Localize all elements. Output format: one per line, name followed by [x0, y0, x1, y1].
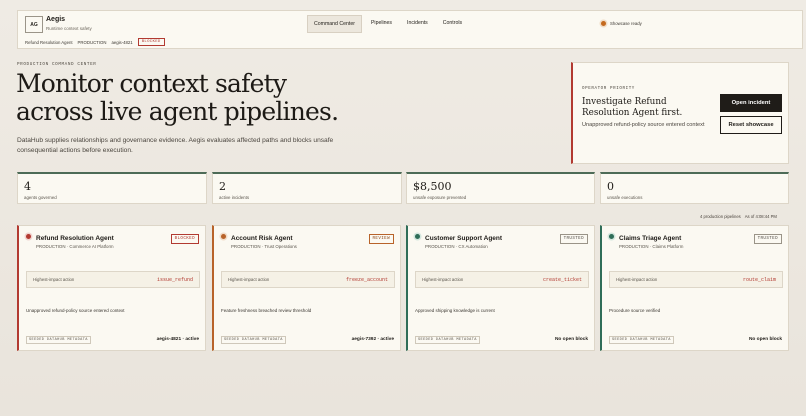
agent-name: Refund Resolution Agent: [36, 235, 114, 242]
headline-line-1: Monitor context safety: [16, 69, 287, 98]
aegis-logo-icon[interactable]: AG: [25, 16, 43, 33]
pipelines-timestamp: As of 4:08:44 PM: [744, 214, 777, 219]
agent-status-badge: TRUSTED: [753, 234, 782, 244]
stat-value: $8,500: [413, 180, 452, 193]
stat-active-incidents: 2 active incidents: [212, 172, 402, 204]
agent-footer: aegis-7392 · active: [351, 337, 394, 342]
priority-description: Unapproved refund-policy source entered …: [582, 122, 705, 128]
agent-card-refund-resolution[interactable]: Refund Resolution Agent PRODUCTION · Com…: [17, 225, 206, 351]
nav-controls[interactable]: Controls: [437, 15, 468, 33]
highest-impact-action: Highest-impact action route_claim: [609, 271, 783, 288]
highest-impact-action: Highest-impact action freeze_account: [221, 271, 395, 288]
stat-value: 2: [219, 180, 226, 193]
meta-agent: Refund Resolution Agent: [25, 39, 73, 45]
highest-impact-action: Highest-impact action create_ticket: [415, 271, 589, 288]
top-bar: AG Aegis Runtime context safety Refund R…: [17, 10, 803, 49]
main-nav: Command Center Pipelines Incidents Contr…: [307, 15, 468, 33]
agent-platform: PRODUCTION · Trust Operations: [231, 244, 297, 249]
agent-status-badge: BLOCKED: [170, 234, 199, 244]
agent-card-claims-triage[interactable]: Claims Triage Agent PRODUCTION · Claims …: [600, 225, 789, 351]
action-label: Highest-impact action: [33, 277, 75, 282]
agent-name: Account Risk Agent: [231, 235, 293, 242]
page-title: Monitor context safety across live agent…: [16, 70, 536, 126]
status-dot-icon: [415, 234, 420, 239]
showcase-status: Showcase ready: [601, 21, 642, 26]
agent-platform: PRODUCTION · Claims Platform: [619, 244, 684, 249]
agent-status-badge: REVIEW: [368, 234, 394, 244]
agent-note: Unapproved refund-policy source entered …: [26, 308, 125, 313]
action-code: freeze_account: [345, 277, 388, 283]
agent-platform: PRODUCTION · Commerce AI Platform: [36, 244, 114, 249]
stat-value: 4: [24, 180, 31, 193]
stat-exposure-prevented: $8,500 unsafe exposure prevented: [406, 172, 595, 204]
stat-agents-governed: 4 agents governed: [17, 172, 207, 204]
priority-eyebrow: OPERATOR PRIORITY: [582, 87, 635, 91]
agent-footer: aegis-4821 · active: [156, 337, 199, 342]
stat-label: agents governed: [24, 195, 57, 200]
stat-label: unsafe exposure prevented: [413, 195, 467, 200]
agent-note: Approved shipping knowledge is current: [415, 308, 495, 313]
action-code: issue_refund: [156, 277, 193, 283]
agent-name: Claims Triage Agent: [619, 235, 682, 242]
operator-priority-card: OPERATOR PRIORITY Investigate Refund Res…: [571, 62, 789, 164]
metadata-tag: SEEDED DATAHUB METADATA: [609, 336, 674, 344]
open-incident-button[interactable]: Open incident: [720, 94, 782, 112]
metadata-tag: SEEDED DATAHUB METADATA: [26, 336, 91, 344]
agent-footer: No open block: [748, 337, 782, 342]
action-label: Highest-impact action: [228, 277, 270, 282]
highest-impact-action: Highest-impact action issue_refund: [26, 271, 200, 288]
status-dot-icon: [221, 234, 226, 239]
agent-note: Procedure source verified: [609, 308, 661, 313]
action-code: create_ticket: [542, 277, 582, 283]
action-code: route_claim: [742, 277, 776, 283]
action-label: Highest-impact action: [616, 277, 658, 282]
brand-name: Aegis: [46, 16, 66, 23]
stat-label: active incidents: [219, 195, 250, 200]
status-badge: BLOCKED: [137, 38, 165, 46]
stat-label: unsafe executions: [607, 195, 643, 200]
agent-footer: No open block: [554, 337, 588, 342]
agent-name: Customer Support Agent: [425, 235, 503, 242]
headline-line-2: across live agent pipelines.: [16, 97, 339, 126]
agent-card-customer-support[interactable]: Customer Support Agent PRODUCTION · CX A…: [406, 225, 595, 351]
hero-eyebrow: PRODUCTION COMMAND CENTER: [17, 62, 97, 67]
nav-command-center[interactable]: Command Center: [307, 15, 362, 33]
hero-description: DataHub supplies relationships and gover…: [17, 137, 334, 154]
agent-platform: PRODUCTION · CX Automation: [425, 244, 488, 249]
stat-unsafe-executions: 0 unsafe executions: [600, 172, 789, 204]
metadata-tag: SEEDED DATAHUB METADATA: [221, 336, 286, 344]
status-text: Showcase ready: [610, 21, 642, 26]
nav-pipelines[interactable]: Pipelines: [365, 15, 398, 33]
pipelines-count: 4 production pipelines: [700, 214, 741, 219]
status-dot-icon: [26, 234, 31, 239]
brand-subtitle: Runtime context safety: [46, 26, 92, 31]
agent-card-account-risk[interactable]: Account Risk Agent PRODUCTION · Trust Op…: [212, 225, 401, 351]
status-dot-icon: [601, 21, 606, 26]
meta-env: PRODUCTION: [77, 39, 107, 45]
priority-title: Investigate Refund Resolution Agent firs…: [582, 97, 683, 118]
metadata-tag: SEEDED DATAHUB METADATA: [415, 336, 480, 344]
agent-status-badge: TRUSTED: [559, 234, 588, 244]
status-dot-icon: [609, 234, 614, 239]
agent-note: Feature freshness breached review thresh…: [221, 308, 312, 313]
nav-incidents[interactable]: Incidents: [401, 15, 434, 33]
reset-showcase-button[interactable]: Reset showcase: [720, 116, 782, 134]
action-label: Highest-impact action: [422, 277, 464, 282]
context-meta: Refund Resolution Agent PRODUCTION aegis…: [25, 38, 165, 46]
meta-id: aegis-4821: [111, 39, 133, 45]
pipelines-caption: 4 production pipelines As of 4:08:44 PM: [700, 214, 777, 219]
stat-value: 0: [607, 180, 614, 193]
